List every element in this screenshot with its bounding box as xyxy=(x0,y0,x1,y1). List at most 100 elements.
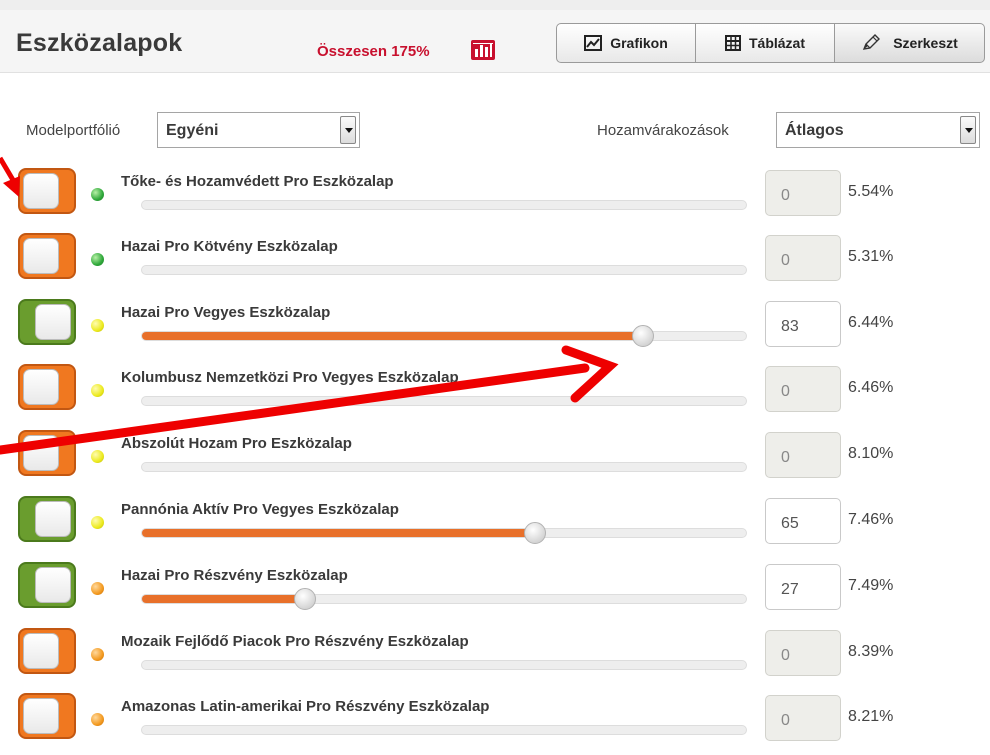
allocation-input[interactable]: 0 xyxy=(765,170,841,216)
fund-row: Pannónia Aktív Pro Vegyes Eszközalap 65 7.… xyxy=(0,494,990,558)
fund-name: Amazonas Latin-amerikai Pro Részvény Esz… xyxy=(121,698,490,715)
risk-indicator-icon xyxy=(91,648,104,661)
returns-select[interactable]: Átlagos xyxy=(776,112,980,148)
panel-header: Eszközalapok Összesen 175% Grafikon Tábl… xyxy=(0,10,990,73)
total-percentage: Összesen 175% xyxy=(317,43,430,60)
fund-name: Abszolút Hozam Pro Eszközalap xyxy=(121,435,352,452)
toggle-knob xyxy=(23,698,59,734)
expected-return: 8.39% xyxy=(848,643,894,660)
line-chart-icon xyxy=(584,35,603,51)
fund-toggle[interactable] xyxy=(18,430,76,476)
risk-indicator-icon xyxy=(91,188,104,201)
toggle-knob xyxy=(23,173,59,209)
chevron-down-icon[interactable] xyxy=(960,116,976,144)
expected-return: 6.44% xyxy=(848,314,894,331)
allocation-input[interactable]: 83 xyxy=(765,301,841,347)
fund-name: Kolumbusz Nemzetközi Pro Vegyes Eszközal… xyxy=(121,369,459,386)
expected-return: 8.10% xyxy=(848,445,894,462)
grafikon-button[interactable]: Grafikon xyxy=(556,23,696,63)
fund-name: Hazai Pro Vegyes Eszközalap xyxy=(121,304,331,321)
risk-indicator-icon xyxy=(91,253,104,266)
fund-row: Abszolút Hozam Pro Eszközalap 0 8.10% xyxy=(0,428,990,492)
fund-row: Kolumbusz Nemzetközi Pro Vegyes Eszközal… xyxy=(0,362,990,426)
slider-handle[interactable] xyxy=(523,522,546,544)
expected-return: 7.46% xyxy=(848,511,894,528)
fund-row: Mozaik Fejlődő Piacok Pro Részvény Eszkö… xyxy=(0,626,990,690)
slider-handle[interactable] xyxy=(294,588,317,610)
fund-name: Tőke- és Hozamvédett Pro Eszközalap xyxy=(121,173,394,190)
toggle-knob xyxy=(23,238,59,274)
allocation-slider[interactable] xyxy=(141,396,747,406)
fund-toggle[interactable] xyxy=(18,168,76,214)
filter-bar: Modelportfólió Egyéni Hozamvárakozások Á… xyxy=(0,112,990,150)
fund-name: Mozaik Fejlődő Piacok Pro Részvény Eszkö… xyxy=(121,633,469,650)
szerkeszt-label: Szerkeszt xyxy=(893,35,958,51)
risk-indicator-icon xyxy=(91,319,104,332)
view-mode-buttons: Grafikon Táblázat Szerkeszt xyxy=(556,23,985,63)
table-icon xyxy=(724,35,741,51)
fund-toggle[interactable] xyxy=(18,299,76,345)
fund-toggle[interactable] xyxy=(18,364,76,410)
szerkeszt-button[interactable]: Szerkeszt xyxy=(835,23,985,63)
fund-name: Hazai Pro Kötvény Eszközalap xyxy=(121,238,338,255)
portfolio-select-value: Egyéni xyxy=(166,122,219,139)
fund-toggle[interactable] xyxy=(18,233,76,279)
allocation-input[interactable]: 0 xyxy=(765,695,841,741)
fund-row: Hazai Pro Részvény Eszközalap 27 7.49% xyxy=(0,560,990,624)
portfolio-select[interactable]: Egyéni xyxy=(157,112,360,148)
fund-row: Amazonas Latin-amerikai Pro Részvény Esz… xyxy=(0,691,990,755)
tablazat-label: Táblázat xyxy=(748,35,805,51)
fund-toggle[interactable] xyxy=(18,496,76,542)
tablazat-button[interactable]: Táblázat xyxy=(696,23,835,63)
risk-indicator-icon xyxy=(91,516,104,529)
returns-label: Hozamvárakozások xyxy=(597,122,729,139)
risk-indicator-icon xyxy=(91,450,104,463)
slider-fill xyxy=(142,595,306,603)
pencil-icon xyxy=(863,34,881,50)
toggle-knob xyxy=(35,304,71,340)
allocation-slider[interactable] xyxy=(141,325,747,347)
risk-indicator-icon xyxy=(91,713,104,726)
chevron-down-icon[interactable] xyxy=(340,116,356,144)
allocation-slider[interactable] xyxy=(141,660,747,670)
fund-toggle[interactable] xyxy=(18,693,76,739)
slider-handle[interactable] xyxy=(632,325,655,347)
bar-chart-icon[interactable] xyxy=(471,40,495,60)
fund-row: Tőke- és Hozamvédett Pro Eszközalap 0 5.54… xyxy=(0,166,990,230)
allocation-input[interactable]: 65 xyxy=(765,498,841,544)
allocation-slider[interactable] xyxy=(141,200,747,210)
allocation-input[interactable]: 27 xyxy=(765,564,841,610)
expected-return: 6.46% xyxy=(848,379,894,396)
fund-row: Hazai Pro Vegyes Eszközalap 83 6.44% xyxy=(0,297,990,361)
expected-return: 5.54% xyxy=(848,183,894,200)
allocation-slider[interactable] xyxy=(141,265,747,275)
allocation-slider[interactable] xyxy=(141,588,747,610)
fund-name: Pannónia Aktív Pro Vegyes Eszközalap xyxy=(121,501,399,518)
expected-return: 8.21% xyxy=(848,708,894,725)
slider-fill xyxy=(142,529,535,537)
allocation-input[interactable]: 0 xyxy=(765,432,841,478)
allocation-input[interactable]: 0 xyxy=(765,235,841,281)
toggle-knob xyxy=(23,369,59,405)
toggle-knob xyxy=(35,501,71,537)
toggle-knob xyxy=(35,567,71,603)
returns-select-value: Átlagos xyxy=(785,122,844,139)
allocation-input[interactable]: 0 xyxy=(765,630,841,676)
toggle-knob xyxy=(23,435,59,471)
expected-return: 7.49% xyxy=(848,577,894,594)
expected-return: 5.31% xyxy=(848,248,894,265)
fund-row: Hazai Pro Kötvény Eszközalap 0 5.31% xyxy=(0,231,990,295)
fund-name: Hazai Pro Részvény Eszközalap xyxy=(121,567,348,584)
allocation-slider[interactable] xyxy=(141,522,747,544)
allocation-input[interactable]: 0 xyxy=(765,366,841,412)
page-title: Eszközalapok xyxy=(16,29,183,57)
fund-toggle[interactable] xyxy=(18,562,76,608)
top-strip xyxy=(0,0,990,10)
slider-fill xyxy=(142,332,644,340)
allocation-slider[interactable] xyxy=(141,462,747,472)
fund-toggle[interactable] xyxy=(18,628,76,674)
risk-indicator-icon xyxy=(91,582,104,595)
risk-indicator-icon xyxy=(91,384,104,397)
toggle-knob xyxy=(23,633,59,669)
grafikon-label: Grafikon xyxy=(610,35,668,51)
